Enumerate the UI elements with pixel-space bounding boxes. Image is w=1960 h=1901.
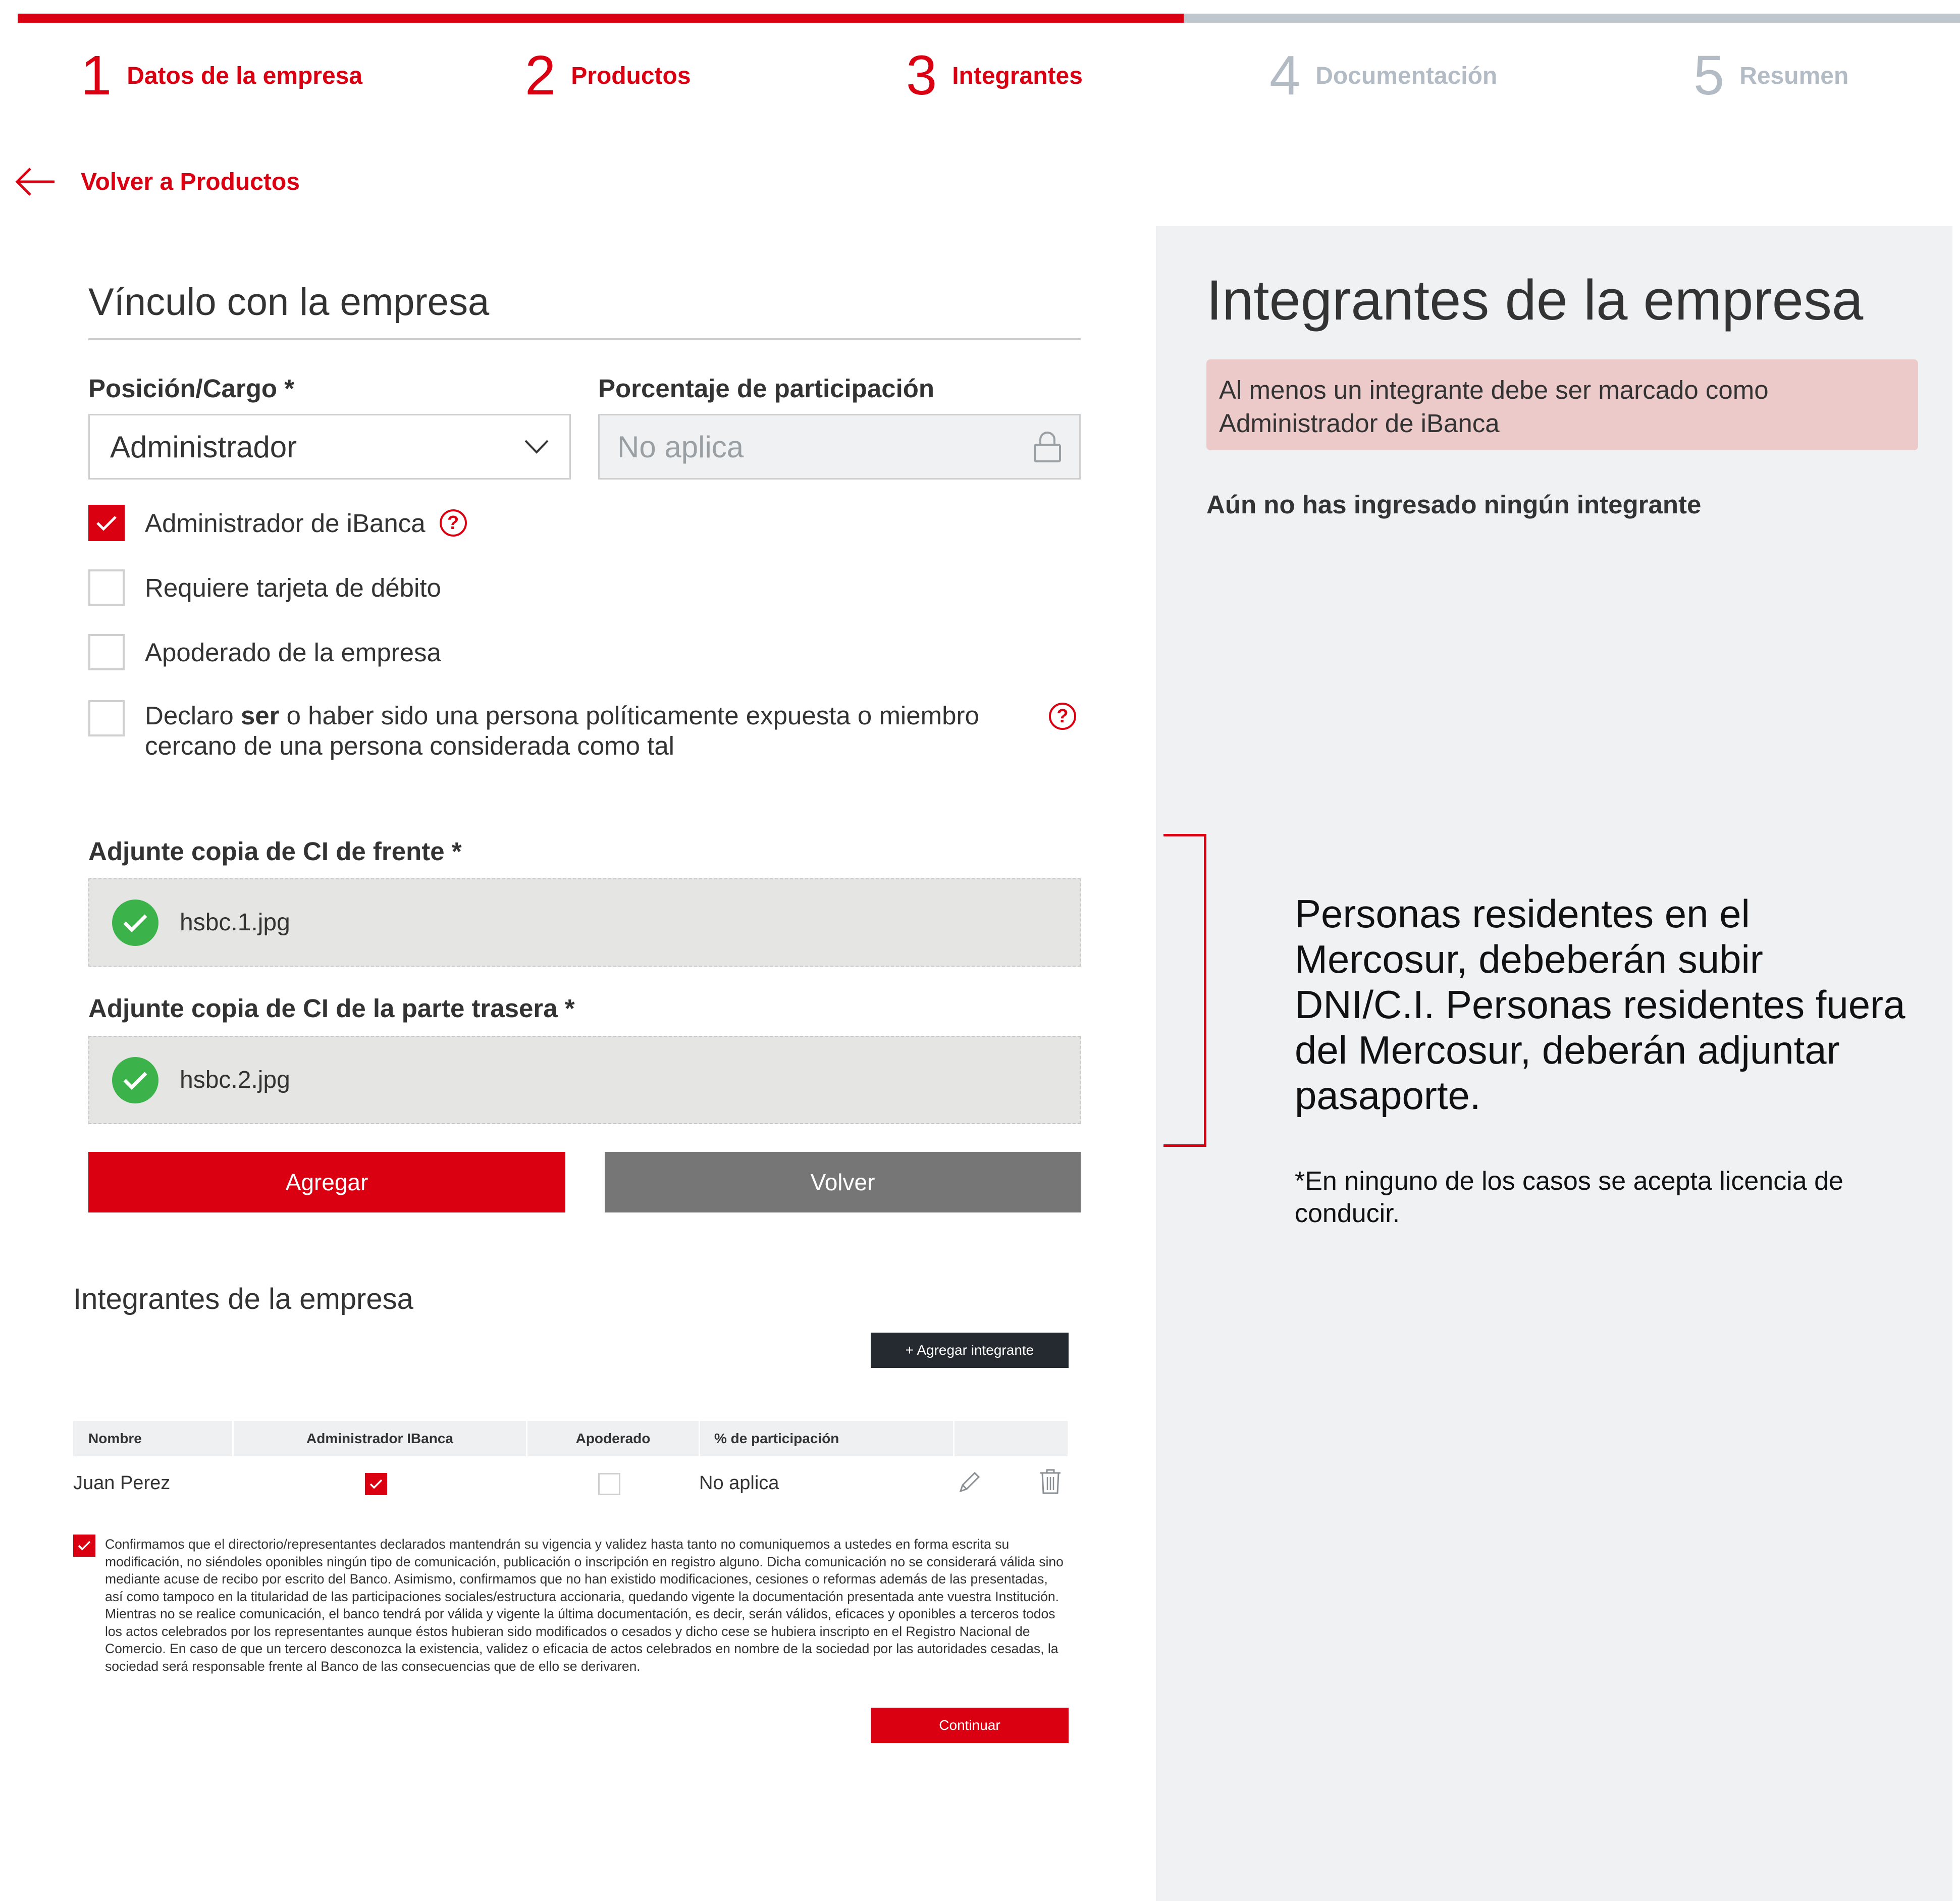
upload-front-label: Adjunte copia de CI de frente * <box>88 837 462 866</box>
back-to-products-link[interactable]: Volver a Productos <box>15 159 300 204</box>
pep-checkbox-box[interactable] <box>88 700 125 736</box>
members-title: Integrantes de la empresa <box>73 1283 413 1315</box>
residency-note: Personas residentes en el Mercosur, debe… <box>1295 891 1905 1118</box>
upload-back-filename: hsbc.2.jpg <box>180 1067 290 1093</box>
legal-confirmation-text: Confirmamos que el directorio/representa… <box>105 1537 1064 1674</box>
side-panel-title: Integrantes de la empresa <box>1206 269 1864 332</box>
upload-back-label: Adjunte copia de CI de la parte trasera … <box>88 994 575 1023</box>
lock-icon <box>1034 432 1061 462</box>
empty-members-message: Aún no has ingresado ningún integrante <box>1206 490 1702 519</box>
checkmark-icon <box>96 516 117 531</box>
column-divider <box>953 1421 955 1456</box>
admin-ibanca-checkbox[interactable] <box>88 505 125 541</box>
pep-label-part2: o haber sido una persona políticamente e… <box>279 701 979 730</box>
section-title: Vínculo con la empresa <box>88 281 490 324</box>
legal-confirmation-checkbox[interactable] <box>73 1535 95 1557</box>
progress-fill <box>18 14 1184 23</box>
participation-placeholder: No aplica <box>617 430 744 464</box>
member-apoderado-checkbox[interactable] <box>598 1473 620 1495</box>
step-productos[interactable]: 2 Productos <box>525 45 691 106</box>
pep-checkbox[interactable] <box>88 700 125 736</box>
admin-ibanca-option[interactable]: Administrador de iBanca ? <box>88 505 467 541</box>
table-row: Juan Perez No aplica <box>73 1464 1068 1504</box>
participation-field: No aplica <box>598 414 1081 480</box>
section-divider <box>88 338 1081 340</box>
admin-ibanca-label: Administrador de iBanca <box>145 508 426 538</box>
debit-card-label: Requiere tarjeta de débito <box>145 573 441 602</box>
member-name: Juan Perez <box>73 1472 171 1494</box>
pep-label-part1: Declaro <box>145 701 241 730</box>
add-member-button[interactable]: + Agregar integrante <box>871 1333 1069 1368</box>
debit-card-checkbox[interactable] <box>88 569 125 606</box>
checkmark-icon <box>78 1541 91 1551</box>
back-button[interactable]: Volver <box>605 1152 1081 1212</box>
member-admin-checkbox[interactable] <box>365 1473 387 1495</box>
step-label: Datos de la empresa <box>127 62 363 89</box>
position-select-value: Administrador <box>110 430 297 464</box>
upload-back-dropzone[interactable]: hsbc.2.jpg <box>88 1036 1081 1124</box>
check-circle-icon <box>112 899 158 946</box>
step-number: 3 <box>906 44 937 107</box>
step-label: Productos <box>571 62 691 89</box>
step-label: Documentación <box>1315 62 1498 89</box>
apoderado-checkbox[interactable] <box>88 634 125 670</box>
step-number: 4 <box>1269 44 1301 107</box>
participation-label: Porcentaje de participación <box>598 374 935 403</box>
apoderado-label: Apoderado de la empresa <box>145 638 441 667</box>
help-icon[interactable]: ? <box>1049 703 1076 730</box>
upload-front-dropzone[interactable]: hsbc.1.jpg <box>88 878 1081 967</box>
help-icon[interactable]: ? <box>439 509 467 537</box>
step-integrantes[interactable]: 3 Integrantes <box>906 45 1083 106</box>
step-number: 1 <box>81 44 112 107</box>
position-select[interactable]: Administrador <box>88 414 571 480</box>
chevron-down-icon <box>524 440 549 454</box>
step-resumen: 5 Resumen <box>1693 45 1848 106</box>
step-label: Resumen <box>1739 62 1849 89</box>
continue-button[interactable]: Continuar <box>871 1708 1069 1743</box>
step-number: 2 <box>525 44 556 107</box>
add-button[interactable]: Agregar <box>88 1152 565 1212</box>
pep-label: Declaro ser o haber sido una persona pol… <box>145 701 979 761</box>
position-label: Posición/Cargo * <box>88 374 295 403</box>
column-header-admin: Administrador IBanca <box>306 1431 453 1446</box>
upload-front-filename: hsbc.1.jpg <box>180 909 290 936</box>
column-header-apoderado: Apoderado <box>575 1431 651 1446</box>
column-header-name: Nombre <box>88 1431 142 1446</box>
back-link-label: Volver a Productos <box>81 168 300 195</box>
column-header-participation: % de participación <box>714 1431 839 1446</box>
checkmark-icon <box>369 1479 383 1489</box>
step-datos-empresa[interactable]: 1 Datos de la empresa <box>81 45 362 106</box>
annotation-bracket <box>1163 834 1206 1147</box>
apoderado-option[interactable]: Apoderado de la empresa <box>88 634 441 670</box>
license-note: *En ninguno de los casos se acepta licen… <box>1295 1167 1843 1228</box>
step-label: Integrantes <box>952 62 1083 89</box>
admin-required-alert: Al menos un integrante debe ser marcado … <box>1206 359 1918 450</box>
arrow-left-icon <box>15 168 55 196</box>
member-participation: No aplica <box>699 1472 779 1494</box>
debit-card-option[interactable]: Requiere tarjeta de débito <box>88 569 441 606</box>
column-divider <box>699 1421 700 1456</box>
trash-icon[interactable] <box>1039 1468 1062 1495</box>
step-documentacion: 4 Documentación <box>1269 45 1497 106</box>
pep-label-bold: ser <box>240 701 280 730</box>
check-circle-icon <box>112 1057 158 1103</box>
step-number: 5 <box>1693 44 1725 107</box>
pencil-icon[interactable] <box>957 1470 982 1495</box>
pep-label-line2: cercano de una persona considerada como … <box>145 731 675 760</box>
